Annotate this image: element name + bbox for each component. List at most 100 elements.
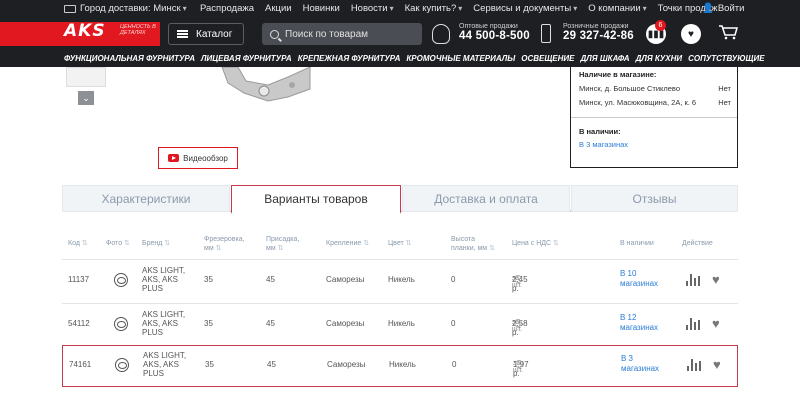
youtube-icon	[168, 154, 180, 162]
cell-milling: 35	[204, 319, 213, 328]
col-price[interactable]: Цена с НДС	[512, 239, 559, 248]
menu-icon	[177, 30, 188, 38]
cart-icon[interactable]	[718, 24, 738, 40]
availability-title: Наличие в магазине:	[579, 70, 657, 79]
store-address: Минск, д. Большое Стиклево	[579, 84, 681, 93]
col-brand[interactable]: Бренд	[142, 239, 170, 248]
table-header: Код Фото Бренд Фрезеровка, мм Присадка, …	[62, 229, 738, 259]
compare-icon[interactable]	[687, 359, 701, 371]
eye-icon[interactable]	[115, 358, 129, 372]
delivery-city-label: Город доставки: Минск	[80, 3, 187, 14]
nav-services-documents[interactable]: Сервисы и документы	[473, 3, 577, 14]
top-nav: Распродажа Акции Новинки Новости Как куп…	[200, 3, 729, 14]
cell-code: 11137	[68, 275, 90, 284]
category-fastening[interactable]: КРЕПЕЖНАЯ ФУРНИТУРА	[298, 54, 401, 63]
cell-color: Никель	[388, 319, 415, 328]
tab-characteristics[interactable]: Характеристики	[62, 185, 230, 212]
col-milling[interactable]: Фрезеровка, мм	[204, 235, 250, 253]
category-kitchen[interactable]: ДЛЯ КУХНИ	[636, 54, 683, 63]
product-tabs: Характеристики Варианты товаров Доставка…	[62, 185, 738, 214]
retail-phone[interactable]: 29 327-42-86	[563, 30, 634, 42]
nav-promotions[interactable]: Акции	[265, 3, 292, 14]
in-stock-title: В наличии:	[579, 127, 621, 136]
col-code[interactable]: Код	[68, 239, 88, 248]
mobile-icon	[541, 24, 551, 43]
col-plate-height[interactable]: Высота планки, мм	[451, 235, 497, 253]
info-icon[interactable]: i	[514, 275, 522, 283]
thumbnail-down-button[interactable]: ⌄	[78, 91, 94, 105]
delivery-city[interactable]: Город доставки: Минск	[64, 3, 187, 14]
tab-delivery[interactable]: Доставка и оплата	[402, 185, 570, 212]
search-input[interactable]	[285, 28, 405, 40]
heart-icon: ♥	[688, 28, 694, 40]
cell-plate-height: 0	[451, 275, 456, 284]
store-status: Нет	[718, 84, 731, 93]
cell-fastening: Саморезы	[326, 319, 365, 328]
divider	[571, 117, 737, 118]
col-in-stock: В наличии	[620, 240, 654, 247]
category-edge[interactable]: КРОМОЧНЫЕ МАТЕРИАЛЫ	[406, 54, 515, 63]
nav-sale[interactable]: Распродажа	[200, 3, 254, 14]
search-box[interactable]	[262, 23, 422, 45]
cell-brand: AKS LIGHT, AKS, AKS PLUS	[142, 266, 186, 293]
cell-stock-link[interactable]: В 3 магазинах	[621, 354, 667, 374]
col-fastening[interactable]: Крепление	[326, 239, 369, 248]
store-status: Нет	[718, 98, 731, 107]
cell-stock-link[interactable]: В 12 магазинах	[620, 313, 666, 333]
cell-plate-height: 0	[452, 360, 457, 369]
store-address: Минск, ул. Масюковщина, 2А, к. 6	[579, 98, 697, 107]
nav-news[interactable]: Новости	[351, 3, 394, 14]
compare-icon[interactable]	[686, 274, 700, 286]
heart-icon[interactable]: ♥	[713, 357, 721, 372]
compare-icon[interactable]	[686, 318, 700, 330]
eye-icon[interactable]	[114, 317, 128, 331]
category-functional[interactable]: ФУНКЦИОНАЛЬНАЯ ФУРНИТУРА	[64, 54, 195, 63]
eye-icon[interactable]	[114, 273, 128, 287]
video-review-label: Видеообзор	[183, 153, 228, 163]
video-review-button[interactable]: Видеообзор	[158, 147, 238, 169]
search-icon	[270, 29, 279, 39]
in-stock-link[interactable]: В 3 магазинах	[579, 140, 628, 149]
nav-how-to-buy[interactable]: Как купить?	[405, 3, 463, 14]
wholesale-phone-block[interactable]: Оптовые продажи 44 500-8-500	[459, 23, 530, 42]
heart-icon[interactable]: ♥	[712, 316, 720, 331]
catalog-button[interactable]: Каталог	[168, 23, 244, 45]
thumbnail[interactable]	[66, 67, 106, 87]
category-facade[interactable]: ЛИЦЕВАЯ ФУРНИТУРА	[201, 54, 292, 63]
category-wardrobe[interactable]: ДЛЯ ШКАФА	[580, 54, 629, 63]
login-link[interactable]: 👤 Войти	[702, 3, 744, 14]
nav-about[interactable]: О компании	[588, 3, 646, 14]
favorites-button[interactable]: ♥	[681, 24, 701, 44]
tab-variants[interactable]: Варианты товаров	[231, 185, 401, 214]
logo[interactable]: AKS	[64, 21, 106, 41]
compare-badge: 6	[655, 20, 666, 31]
top-bar: Город доставки: Минск Распродажа Акции Н…	[0, 0, 800, 18]
cell-code: 54112	[68, 319, 90, 328]
cell-color: Никель	[388, 275, 415, 284]
info-icon[interactable]: i	[515, 360, 523, 368]
col-color[interactable]: Цвет	[388, 239, 412, 248]
nav-new-arrivals[interactable]: Новинки	[303, 3, 340, 14]
cell-milling: 35	[205, 360, 214, 369]
table-row: 54112 AKS LIGHT, AKS, AKS PLUS 35 45 Сам…	[62, 303, 738, 347]
col-photo[interactable]: Фото	[106, 239, 130, 248]
info-icon[interactable]: i	[514, 319, 522, 327]
cell-stock-link[interactable]: В 10 магазинах	[620, 269, 666, 289]
wholesale-phone[interactable]: 44 500-8-500	[459, 30, 530, 42]
thumbnail-strip	[66, 67, 106, 89]
cell-fastening: Саморезы	[327, 360, 366, 369]
category-lighting[interactable]: ОСВЕЩЕНИЕ	[521, 54, 574, 63]
heart-icon[interactable]: ♥	[712, 272, 720, 287]
login-label: Войти	[717, 3, 745, 14]
cell-milling: 35	[204, 275, 213, 284]
cell-plate-height: 0	[451, 319, 456, 328]
cell-color: Никель	[389, 360, 416, 369]
col-action: Действие	[682, 240, 713, 247]
tab-reviews[interactable]: Отзывы	[571, 185, 738, 212]
retail-phone-block[interactable]: Розничные продажи 29 327-42-86	[563, 23, 634, 42]
table-row: 11137 AKS LIGHT, AKS, AKS PLUS 35 45 Сам…	[62, 259, 738, 303]
col-overlay[interactable]: Присадка, мм	[266, 235, 310, 253]
category-related[interactable]: СОПУТСТВУЮЩИЕ	[688, 54, 764, 63]
tagline: ЦЕННОСТЬ В ДЕТАЛЯХ	[120, 24, 156, 36]
store-row: Минск, д. Большое Стиклево Нет	[579, 84, 731, 93]
